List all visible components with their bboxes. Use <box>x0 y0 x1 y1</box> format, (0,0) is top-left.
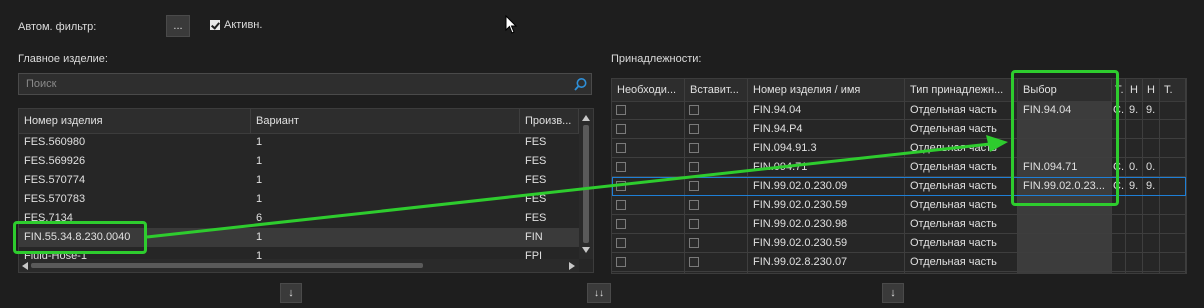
annotation-arrow <box>146 135 1008 239</box>
